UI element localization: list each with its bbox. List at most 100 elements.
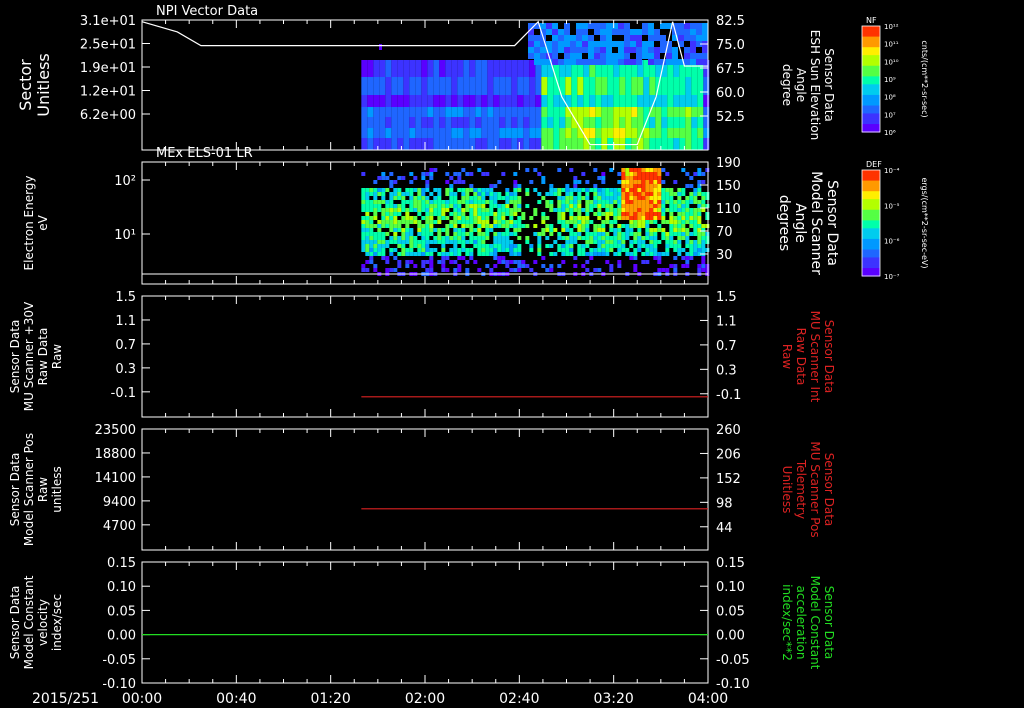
els-cell xyxy=(593,204,598,208)
els-cell xyxy=(617,180,622,184)
npi-cell xyxy=(696,59,702,65)
els-cell xyxy=(453,268,458,272)
els-cell xyxy=(429,268,434,272)
els-cell xyxy=(465,204,470,208)
els-cell xyxy=(669,232,674,236)
els-cell xyxy=(469,196,474,200)
els-cell xyxy=(633,176,638,180)
els-cell xyxy=(633,224,638,228)
els-cell xyxy=(601,188,606,192)
npi-cell xyxy=(619,95,626,107)
npi-cell xyxy=(588,59,594,65)
npi-cell xyxy=(391,138,398,150)
els-cell xyxy=(705,192,710,196)
els-cell xyxy=(501,240,506,244)
els-cell xyxy=(669,220,674,224)
els-cell xyxy=(513,232,518,236)
els-cell xyxy=(377,204,382,208)
y-tick-label: 10² xyxy=(114,174,136,189)
npi-cell xyxy=(528,41,534,47)
els-cell xyxy=(677,192,682,196)
npi-cell xyxy=(439,138,446,150)
els-cell xyxy=(549,184,554,188)
panel-title: NPI Vector Data xyxy=(156,4,258,19)
els-cell xyxy=(617,224,622,228)
els-cell xyxy=(601,252,606,256)
els-cell xyxy=(661,220,666,224)
els-cell xyxy=(393,192,398,196)
els-cell xyxy=(685,240,690,244)
els-cell xyxy=(569,232,574,236)
els-cell xyxy=(585,236,590,240)
els-cell xyxy=(517,236,522,240)
y-tick-label: 2.5e+01 xyxy=(80,38,136,53)
npi-cell xyxy=(553,107,560,117)
els-cell xyxy=(433,208,438,212)
npi-cell xyxy=(385,117,392,128)
npi-cell xyxy=(558,35,564,41)
els-cell xyxy=(457,180,462,184)
els-cell xyxy=(401,192,406,196)
npi-cell xyxy=(588,35,594,41)
els-cell xyxy=(497,192,502,196)
npi-cell xyxy=(696,23,702,29)
npi-cell xyxy=(505,107,512,117)
els-cell xyxy=(549,244,554,248)
els-cell xyxy=(649,188,654,192)
colorbar-tick-label: 10⁸ xyxy=(884,94,896,102)
els-cell xyxy=(453,220,458,224)
npi-cell xyxy=(499,117,506,128)
els-cell xyxy=(653,172,658,176)
y2-tick-label: 1.5 xyxy=(716,290,737,305)
els-cell xyxy=(577,232,582,236)
npi-cell xyxy=(391,95,398,107)
els-cell xyxy=(481,252,486,256)
els-cell xyxy=(441,200,446,204)
els-cell xyxy=(409,228,414,232)
els-cell xyxy=(665,172,670,176)
npi-cell xyxy=(517,138,524,150)
npi-cell xyxy=(624,47,630,53)
els-cell xyxy=(669,216,674,220)
els-cell xyxy=(485,228,490,232)
els-cell xyxy=(669,192,674,196)
els-cell xyxy=(473,200,478,204)
npi-cell xyxy=(606,29,612,35)
els-cell xyxy=(373,240,378,244)
npi-cell xyxy=(625,128,632,138)
npi-cell xyxy=(649,128,656,138)
els-cell xyxy=(469,232,474,236)
els-cell xyxy=(697,200,702,204)
els-cell xyxy=(625,216,630,220)
els-cell xyxy=(625,204,630,208)
els-cell xyxy=(661,200,666,204)
els-cell xyxy=(517,208,522,212)
els-cell xyxy=(629,232,634,236)
els-cell xyxy=(397,208,402,212)
y2-tick-label: 152 xyxy=(716,472,741,487)
y2-tick-label: 0.10 xyxy=(716,580,745,595)
els-cell xyxy=(593,196,598,200)
els-cell xyxy=(585,260,590,264)
npi-cell xyxy=(697,128,704,138)
npi-cell xyxy=(654,29,660,35)
els-cell xyxy=(417,252,422,256)
els-cell xyxy=(409,200,414,204)
els-cell xyxy=(597,232,602,236)
els-cell xyxy=(681,216,686,220)
els-cell xyxy=(621,204,626,208)
els-cell xyxy=(561,244,566,248)
els-cell xyxy=(373,200,378,204)
els-cell xyxy=(429,212,434,216)
els-cell xyxy=(589,188,594,192)
els-cell xyxy=(701,192,706,196)
els-cell xyxy=(393,256,398,260)
els-cell xyxy=(657,196,662,200)
els-cell xyxy=(461,216,466,220)
els-cell xyxy=(517,200,522,204)
els-cell xyxy=(597,212,602,216)
els-cell xyxy=(481,196,486,200)
npi-cell xyxy=(421,128,428,138)
els-cell xyxy=(381,196,386,200)
els-cell xyxy=(473,196,478,200)
